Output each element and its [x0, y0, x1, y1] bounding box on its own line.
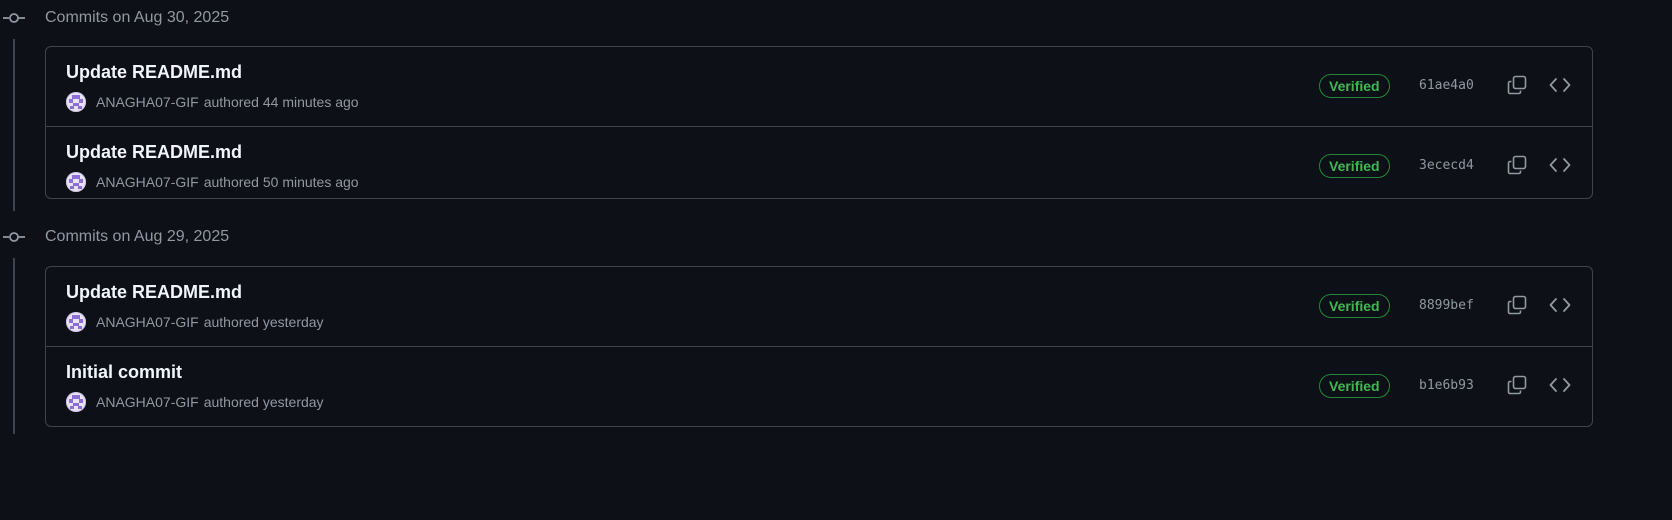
authored-time: authored yesterday — [203, 394, 324, 410]
commit-message-link[interactable]: Update README.md — [66, 62, 242, 83]
code-icon — [1549, 377, 1571, 398]
browse-repo-button[interactable] — [1546, 73, 1574, 101]
verified-badge[interactable]: Verified — [1319, 74, 1390, 98]
verified-badge[interactable]: Verified — [1319, 294, 1390, 318]
commit-list: Update README.md ANAGHA07-GIF aut — [45, 266, 1593, 427]
copy-sha-button[interactable] — [1503, 73, 1531, 101]
author-link[interactable]: ANAGHA07-GIF — [96, 314, 199, 330]
commit-sha-link[interactable]: b1e6b93 — [1419, 378, 1474, 393]
commit-group-title: Commits on Aug 29, 2025 — [45, 228, 230, 245]
authored-time: authored yesterday — [203, 314, 324, 330]
commit-row: Initial commit ANAGHA07-GIF authored yes… — [46, 347, 1592, 427]
commit-sha-link[interactable]: 3ececd4 — [1419, 158, 1474, 173]
commit-row: Update README.md ANAGHA07-GIF aut — [46, 47, 1592, 127]
commit-message-link[interactable]: Update README.md — [66, 142, 242, 163]
copy-icon — [1507, 155, 1527, 180]
code-icon — [1549, 157, 1571, 178]
author-link[interactable]: ANAGHA07-GIF — [96, 394, 199, 410]
authored-time: authored 44 minutes ago — [203, 94, 359, 110]
commit-meta: ANAGHA07-GIF authored 50 minutes ago — [66, 172, 359, 192]
verified-badge[interactable]: Verified — [1319, 154, 1390, 178]
commit-meta: ANAGHA07-GIF authored 44 minutes ago — [66, 92, 359, 112]
copy-sha-button[interactable] — [1503, 153, 1531, 181]
author-link[interactable]: ANAGHA07-GIF — [96, 94, 199, 110]
author-link[interactable]: ANAGHA07-GIF — [96, 174, 199, 190]
avatar[interactable] — [66, 172, 86, 192]
browse-repo-button[interactable] — [1546, 373, 1574, 401]
commit-message-link[interactable]: Initial commit — [66, 362, 182, 383]
authored-time: authored 50 minutes ago — [203, 174, 359, 190]
commit-history: Commits on Aug 30, 2025 Update README.md — [0, 0, 1672, 520]
git-commit-icon — [3, 11, 25, 25]
git-commit-icon — [3, 230, 25, 244]
copy-sha-button[interactable] — [1503, 293, 1531, 321]
commit-row: Update README.md ANAGHA07-GIF aut — [46, 127, 1592, 207]
commit-meta: ANAGHA07-GIF authored yesterday — [66, 312, 324, 332]
copy-icon — [1507, 295, 1527, 320]
copy-icon — [1507, 375, 1527, 400]
commit-list: Update README.md ANAGHA07-GIF aut — [45, 46, 1593, 199]
copy-icon — [1507, 75, 1527, 100]
timeline-line — [13, 39, 15, 211]
avatar[interactable] — [66, 312, 86, 332]
copy-sha-button[interactable] — [1503, 373, 1531, 401]
code-icon — [1549, 297, 1571, 318]
commit-row: Update README.md ANAGHA07-GIF aut — [46, 267, 1592, 347]
commit-sha-link[interactable]: 8899bef — [1419, 298, 1474, 313]
browse-repo-button[interactable] — [1546, 153, 1574, 181]
commit-sha-link[interactable]: 61ae4a0 — [1419, 78, 1474, 93]
browse-repo-button[interactable] — [1546, 293, 1574, 321]
commit-message-link[interactable]: Update README.md — [66, 282, 242, 303]
code-icon — [1549, 77, 1571, 98]
commit-meta: ANAGHA07-GIF authored yesterday — [66, 392, 324, 412]
timeline-line — [13, 258, 15, 434]
commit-group-title: Commits on Aug 30, 2025 — [45, 9, 230, 26]
verified-badge[interactable]: Verified — [1319, 374, 1390, 398]
avatar[interactable] — [66, 392, 86, 412]
avatar[interactable] — [66, 92, 86, 112]
